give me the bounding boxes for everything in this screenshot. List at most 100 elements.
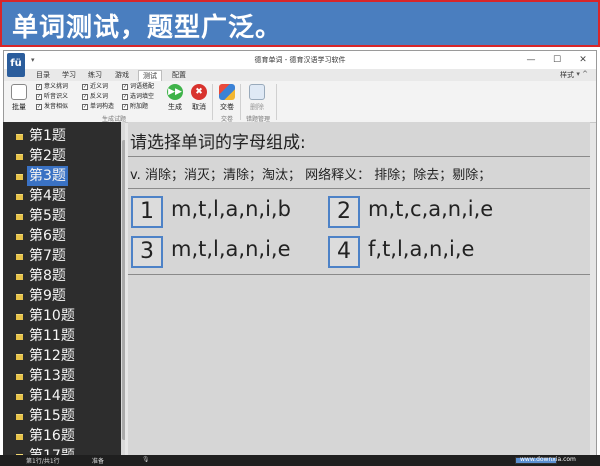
folder-icon (16, 374, 23, 380)
menu-item-games[interactable]: 游戏 (111, 70, 133, 80)
folder-icon (16, 334, 23, 340)
option-collocation[interactable]: ✓ 词语搭配 (122, 83, 154, 91)
tree-item[interactable]: 第12题 (3, 346, 121, 366)
document-icon (11, 84, 27, 100)
ribbon-collapse-icon[interactable]: ▾ ^ (576, 70, 588, 78)
menu-item-config[interactable]: 配置 (168, 70, 190, 80)
delete-document-icon (249, 84, 265, 100)
folder-icon (16, 254, 23, 260)
answer-option-2[interactable]: 2 m,t,c,a,n,i,e (328, 196, 518, 228)
row-position: 第1行/共1行 (26, 458, 60, 465)
generate-button[interactable]: ▶▶ 生成 (164, 84, 186, 112)
minimize-button[interactable]: — (518, 51, 544, 69)
close-button[interactable]: ✕ (570, 51, 596, 69)
answer-option-3[interactable]: 3 m,t,l,a,n,i,e (131, 236, 321, 268)
folder-icon (16, 194, 23, 200)
screenshot-root: 单词测试，题型广泛。 ▾ 德育单词 - 德育汉语学习软件 — ☐ ✕ fü 目录… (0, 0, 600, 466)
tree-item[interactable]: 第10题 (3, 306, 121, 326)
folder-icon (16, 294, 23, 300)
option-listen-meaning[interactable]: ✓ 听音识义 (36, 93, 68, 101)
option-number: 1 (131, 196, 163, 228)
folder-icon (16, 314, 23, 320)
option-number: 3 (131, 236, 163, 268)
submit-paper-button[interactable]: 交卷 (216, 84, 238, 112)
menu-bar: 目录 学习 练习 游戏 测试 配置 样式 ▾ ^ (4, 69, 596, 81)
menu-item-practice[interactable]: 练习 (84, 70, 106, 80)
tree-item[interactable]: 第15题 (3, 406, 121, 426)
folder-icon (16, 134, 23, 140)
divider (128, 156, 590, 157)
banner-text: 单词测试，题型广泛。 (12, 13, 283, 43)
word-definition: v. 消除；消灭；清除；淘汰； 网络释义： 排除；除去；剔除； (130, 168, 492, 183)
promo-banner: 单词测试，题型广泛。 (0, 0, 600, 47)
tree-item[interactable]: 第4题 (3, 186, 121, 206)
ribbon-toolbar: 批量 ✓ 意义挑词 ✓ 听音识义 ✓ 发音相似 ✓ 近义词 ✓ 反义词 ✓ 单词构造 ✓ 词语… (4, 81, 596, 123)
folder-icon (16, 354, 23, 360)
cancel-label: 取消 (192, 103, 206, 111)
folder-icon (16, 394, 23, 400)
stop-icon: ✖ (191, 84, 207, 100)
cancel-button[interactable]: ✖ 取消 (188, 84, 210, 112)
tree-item[interactable]: 第7题 (3, 246, 121, 266)
tree-item[interactable]: 第17题 (3, 446, 121, 455)
batch-button[interactable]: 批量 (8, 84, 30, 112)
maximize-button[interactable]: ☐ (544, 51, 570, 69)
option-extra[interactable]: ✓ 附加题 (122, 103, 148, 111)
option-meaning-pick[interactable]: ✓ 意义挑词 (36, 83, 68, 91)
option-word-build[interactable]: ✓ 单词构造 (82, 103, 114, 111)
submit-icon (219, 84, 235, 100)
folder-icon (16, 174, 23, 180)
title-bar: ▾ 德育单词 - 德育汉语学习软件 — ☐ ✕ (4, 51, 596, 69)
option-text: m,t,l,a,n,i,b (171, 197, 291, 221)
tree-scrollbar-thumb[interactable] (122, 140, 125, 440)
audio-icon[interactable]: 🎙 (142, 456, 150, 463)
folder-icon (16, 214, 23, 220)
folder-icon (16, 274, 23, 280)
divider (128, 188, 590, 189)
window-title: 德育单词 - 德育汉语学习软件 (254, 56, 346, 64)
menu-item-contents[interactable]: 目录 (32, 70, 54, 80)
folder-icon (16, 234, 23, 240)
folder-icon (16, 154, 23, 160)
tree-item[interactable]: 第16题 (3, 426, 121, 446)
tree-item[interactable]: 第14题 (3, 386, 121, 406)
tree-item[interactable]: 第2题 (3, 146, 121, 166)
option-number: 4 (328, 236, 360, 268)
menu-item-test[interactable]: 测试 (138, 70, 162, 81)
option-text: m,t,c,a,n,i,e (368, 197, 494, 221)
tree-item[interactable]: 第1题 (3, 126, 121, 146)
option-antonym[interactable]: ✓ 反义词 (82, 93, 108, 101)
delete-label: 删除 (250, 103, 264, 111)
option-number: 2 (328, 196, 360, 228)
tree-item[interactable]: 第13题 (3, 366, 121, 386)
tree-item[interactable]: 第6题 (3, 226, 121, 246)
divider (128, 274, 590, 275)
skin-menu[interactable]: 样式 (560, 70, 574, 80)
status-ready: 准备 (92, 458, 105, 465)
tree-scrollbar[interactable] (121, 122, 125, 455)
folder-icon (16, 414, 23, 420)
option-synonym[interactable]: ✓ 近义词 (82, 83, 108, 91)
delete-button[interactable]: 删除 (246, 84, 268, 112)
folder-icon (16, 434, 23, 440)
tree-item[interactable]: 第11题 (3, 326, 121, 346)
option-similar-sound[interactable]: ✓ 发音相似 (36, 103, 68, 111)
tree-item[interactable]: 第5题 (3, 206, 121, 226)
submit-label: 交卷 (220, 103, 234, 111)
answer-option-1[interactable]: 1 m,t,l,a,n,i,b (131, 196, 321, 228)
menu-item-study[interactable]: 学习 (58, 70, 80, 80)
tree-item[interactable]: 第9题 (3, 286, 121, 306)
option-fill-blank[interactable]: ✓ 选词填空 (122, 93, 154, 101)
question-panel: 请选择单词的字母组成: v. 消除；消灭；清除；淘汰； 网络释义： 排除；除去；… (128, 122, 590, 455)
ribbon-separator (212, 84, 213, 120)
ribbon-separator (276, 84, 277, 120)
status-bar: 第1行/共1行 准备 🎙 www.downxia.com (0, 455, 600, 466)
watermark: www.downxia.com (520, 456, 576, 463)
tree-item[interactable]: 第8题 (3, 266, 121, 286)
generate-label: 生成 (168, 103, 182, 111)
tree-item-selected[interactable]: 第3题 (3, 166, 121, 186)
play-icon: ▶▶ (167, 84, 183, 100)
batch-label: 批量 (12, 103, 26, 111)
question-tree: 第1题 第2题 第3题 第4题 第5题 第6题 第7题 第8题 第9题 第10题… (3, 122, 125, 455)
answer-option-4[interactable]: 4 f,t,l,a,n,i,e (328, 236, 518, 268)
